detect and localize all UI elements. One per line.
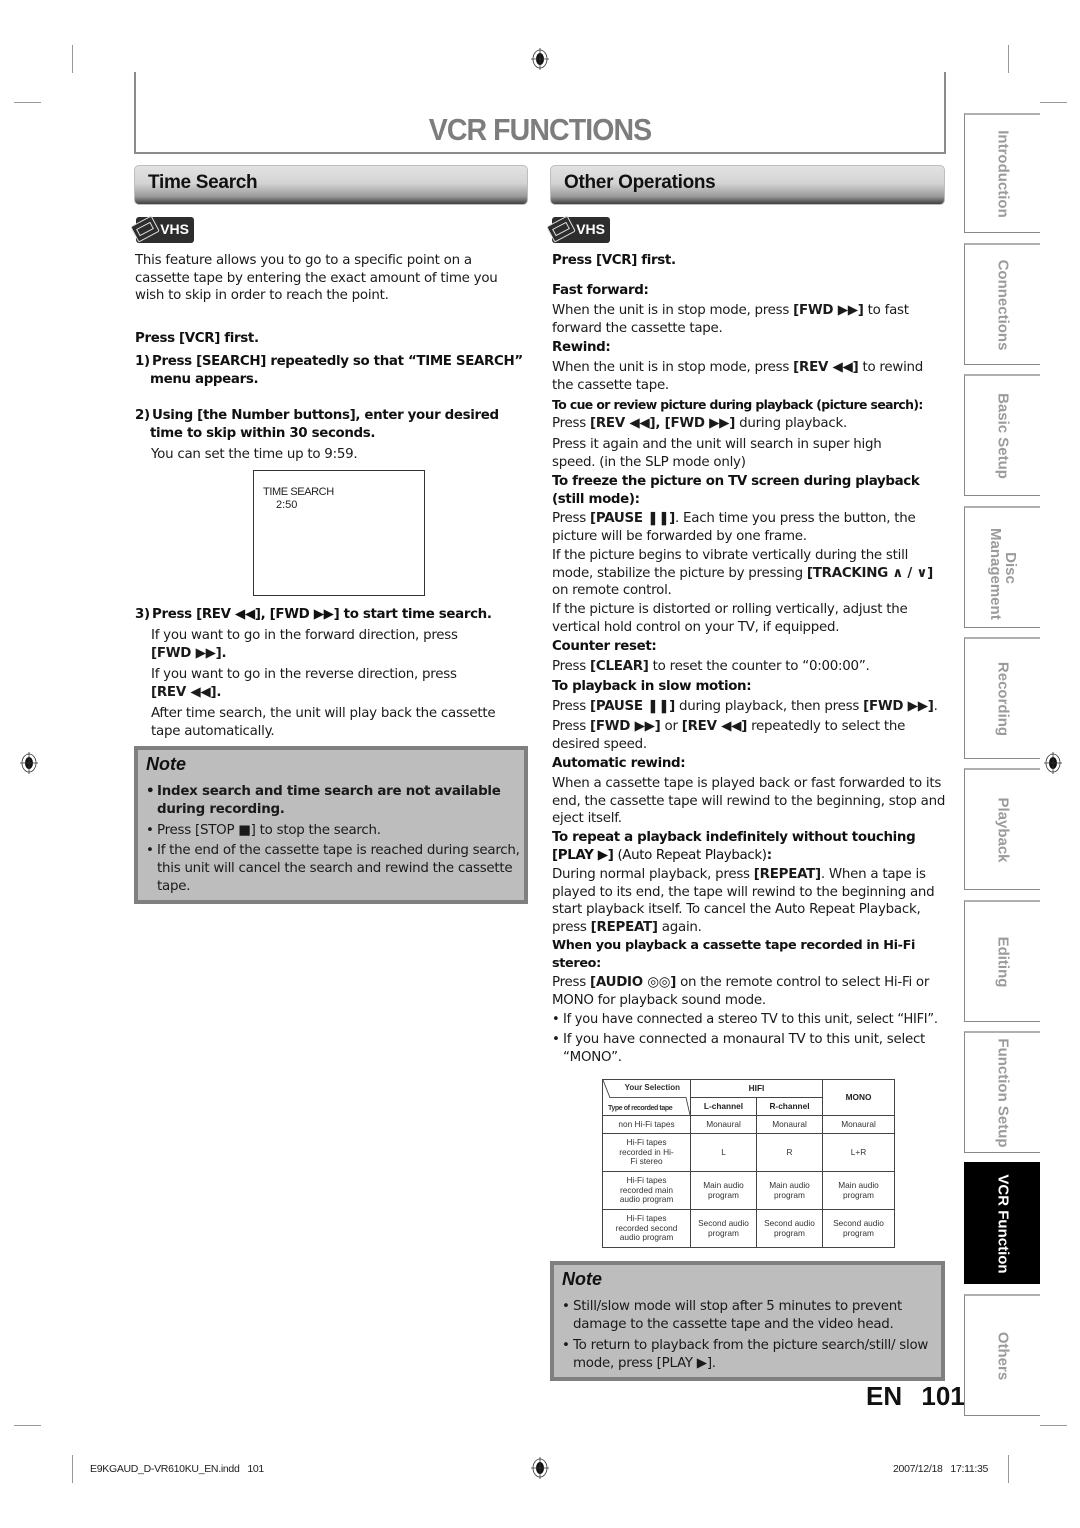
header-hifi: HIFI bbox=[690, 1079, 823, 1098]
text-picture-search-extra: Press it again and the unit will search … bbox=[552, 437, 882, 470]
section-title: Other Operations bbox=[564, 172, 716, 193]
page-number: EN 101 bbox=[866, 1381, 965, 1411]
note-item: Index search and time search are not ava… bbox=[146, 783, 521, 819]
note-title: Note bbox=[146, 754, 186, 774]
vhs-label: VHS bbox=[160, 221, 189, 237]
title-box: VCR FUNCTIONS bbox=[134, 72, 946, 154]
step-3-after: After time search, the unit will play ba… bbox=[151, 706, 496, 739]
note-box-time-search: Note Index search and time search are no… bbox=[134, 746, 528, 904]
step-2-note: You can set the time up to 9:59. bbox=[151, 447, 358, 462]
header-l-channel: L-channel bbox=[690, 1097, 757, 1116]
page-title: VCR FUNCTIONS bbox=[428, 112, 652, 147]
side-tab-playback[interactable]: Playback bbox=[964, 768, 1040, 890]
heading-still-mode: To freeze the picture on TV screen durin… bbox=[552, 474, 920, 507]
step-3: 3) Press [REV ◀◀], [FWD ▶▶] to start tim… bbox=[135, 607, 492, 622]
table-row: non Hi-Fi tapes Monaural Monaural Monaur… bbox=[602, 1115, 895, 1134]
text-still-mode-tracking: If the picture begins to vibrate vertica… bbox=[552, 548, 933, 598]
note-box-other-operations: Note Still/slow mode will stop after 5 m… bbox=[550, 1261, 945, 1381]
step-1: 1) Press [SEARCH] repeatedly so that “TI… bbox=[135, 354, 523, 387]
press-vcr-first: Press [VCR] first. bbox=[552, 253, 676, 268]
footer-file-info: E9KGAUD_D-VR610KU_EN.indd 101 bbox=[90, 1463, 264, 1475]
time-search-intro: This feature allows you to go to a speci… bbox=[135, 253, 498, 303]
section-title: Time Search bbox=[148, 172, 258, 193]
side-tab-recording[interactable]: Recording bbox=[964, 637, 1040, 759]
text-still-mode-vertical: If the picture is distorted or rolling v… bbox=[552, 602, 908, 635]
side-tab-basic-setup[interactable]: Basic Setup bbox=[964, 374, 1040, 496]
text-automatic-rewind: When a cassette tape is played back or f… bbox=[552, 776, 946, 826]
side-tab-disc-management[interactable]: Disc Management bbox=[964, 506, 1040, 628]
text-hifi-stereo: Press [AUDIO ◎◎] on the remote control t… bbox=[552, 975, 930, 1008]
crop-mark bbox=[72, 1455, 73, 1483]
crop-mark bbox=[1040, 1425, 1067, 1426]
side-tab-others[interactable]: Others bbox=[964, 1294, 1040, 1416]
note-item: Press [STOP ■] to stop the search. bbox=[146, 822, 521, 840]
crop-mark bbox=[14, 102, 41, 103]
note-item: To return to playback from the picture s… bbox=[562, 1337, 937, 1373]
note-item: If the end of the cassette tape is reach… bbox=[146, 842, 526, 896]
text-counter-reset: Press [CLEAR] to reset the counter to “0… bbox=[552, 659, 870, 674]
text-rewind: When the unit is in stop mode, press [RE… bbox=[552, 360, 924, 393]
crop-mark bbox=[1040, 102, 1067, 103]
text-slow-motion: Press [PAUSE ❚❚] during playback, then p… bbox=[552, 699, 938, 714]
heading-counter-reset: Counter reset: bbox=[552, 639, 657, 654]
footer-timestamp: 2007/12/18 17:11:35 bbox=[893, 1463, 989, 1475]
crop-mark bbox=[1008, 1455, 1009, 1483]
crop-mark bbox=[1008, 45, 1009, 73]
crop-mark bbox=[14, 1425, 41, 1426]
crop-mark bbox=[72, 45, 73, 73]
note-title: Note bbox=[562, 1269, 602, 1289]
heading-auto-repeat: To repeat a playback indefinitely withou… bbox=[552, 830, 916, 863]
osd-time-value: 2:50 bbox=[276, 499, 298, 511]
text-slow-motion-speed: Press [FWD ▶▶] or [REV ◀◀] repeatedly to… bbox=[552, 719, 906, 752]
table-corner-header: Your Selection Type of recorded tape bbox=[602, 1079, 691, 1116]
section-header-other-operations: Other Operations bbox=[550, 165, 945, 205]
hifi-bullet: If you have connected a stereo TV to thi… bbox=[552, 1011, 952, 1029]
cassette-icon bbox=[130, 215, 160, 243]
hifi-bullet: If you have connected a monaural TV to t… bbox=[552, 1031, 947, 1067]
table-row: Hi-Fi tapes recorded main audio program … bbox=[602, 1171, 895, 1210]
header-r-channel: R-channel bbox=[756, 1097, 823, 1116]
heading-hifi-stereo: When you playback a cassette tape record… bbox=[552, 938, 916, 971]
header-mono: MONO bbox=[822, 1079, 895, 1116]
audio-selection-table: Your Selection Type of recorded tape HIF… bbox=[602, 1079, 895, 1248]
cassette-icon bbox=[546, 215, 576, 243]
registration-mark-icon bbox=[1044, 752, 1062, 774]
side-tab-connections[interactable]: Connections bbox=[964, 243, 1040, 365]
step-3-reverse: If you want to go in the reverse directi… bbox=[151, 667, 457, 700]
heading-picture-search: To cue or review picture during playback… bbox=[552, 397, 923, 412]
registration-mark-icon bbox=[20, 752, 38, 774]
section-header-time-search: Time Search bbox=[134, 165, 528, 205]
text-picture-search: Press [REV ◀◀], [FWD ▶▶] during playback… bbox=[552, 416, 848, 431]
heading-fast-forward: Fast forward: bbox=[552, 283, 649, 298]
step-3-forward: If you want to go in the forward directi… bbox=[151, 628, 458, 661]
vhs-badge: VHS bbox=[130, 215, 194, 243]
osd-title: TIME SEARCH bbox=[263, 486, 334, 498]
side-tab-vcr-function[interactable]: VCR Function bbox=[964, 1162, 1040, 1284]
table-row: Hi-Fi tapes recorded second audio progra… bbox=[602, 1209, 895, 1248]
heading-slow-motion: To playback in slow motion: bbox=[552, 679, 752, 694]
osd-screen: TIME SEARCH 2:50 bbox=[253, 470, 425, 596]
text-still-mode: Press [PAUSE ❚❚]. Each time you press th… bbox=[552, 511, 916, 544]
vhs-badge: VHS bbox=[546, 215, 610, 243]
step-2: 2) Using [the Number buttons], enter you… bbox=[135, 408, 499, 441]
text-auto-repeat: During normal playback, press [REPEAT]. … bbox=[552, 867, 935, 935]
press-vcr-first: Press [VCR] first. bbox=[135, 331, 259, 346]
side-tab-function-setup[interactable]: Function Setup bbox=[964, 1031, 1040, 1153]
text-fast-forward: When the unit is in stop mode, press [FW… bbox=[552, 303, 909, 336]
heading-rewind: Rewind: bbox=[552, 340, 611, 355]
vhs-label: VHS bbox=[576, 221, 605, 237]
registration-mark-icon bbox=[531, 1457, 549, 1479]
side-tab-editing[interactable]: Editing bbox=[964, 900, 1040, 1022]
heading-automatic-rewind: Automatic rewind: bbox=[552, 756, 686, 771]
side-tab-introduction[interactable]: Introduction bbox=[964, 113, 1040, 233]
note-item: Still/slow mode will stop after 5 minute… bbox=[562, 1298, 937, 1334]
registration-mark-icon bbox=[531, 48, 549, 70]
table-row: Hi-Fi tapes recorded in Hi-Fi stereo L R… bbox=[602, 1133, 895, 1172]
